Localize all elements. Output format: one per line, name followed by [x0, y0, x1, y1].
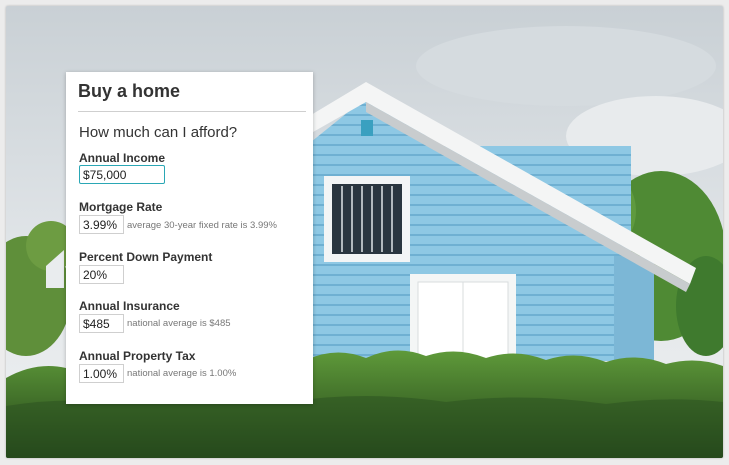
property-tax-hint: national average is 1.00%	[127, 368, 237, 379]
down-payment-label: Percent Down Payment	[79, 250, 213, 264]
app-frame: Buy a home How much can I afford? Annual…	[6, 6, 723, 458]
affordability-panel: Buy a home How much can I afford? Annual…	[66, 72, 313, 404]
annual-income-label: Annual Income	[79, 151, 166, 165]
annual-insurance-label: Annual Insurance	[79, 299, 180, 313]
annual-income-input[interactable]	[79, 165, 165, 184]
divider	[78, 111, 306, 112]
mortgage-rate-label: Mortgage Rate	[79, 200, 163, 214]
annual-insurance-input[interactable]	[79, 314, 124, 333]
property-tax-label: Annual Property Tax	[79, 349, 196, 363]
mortgage-rate-input[interactable]	[79, 215, 124, 234]
property-tax-input[interactable]	[79, 364, 124, 383]
panel-title: Buy a home	[78, 81, 181, 101]
panel-question: How much can I afford?	[79, 124, 238, 141]
annual-insurance-hint: national average is $485	[127, 318, 231, 329]
down-payment-input[interactable]	[79, 265, 124, 284]
mortgage-rate-hint: average 30-year fixed rate is 3.99%	[127, 220, 277, 231]
